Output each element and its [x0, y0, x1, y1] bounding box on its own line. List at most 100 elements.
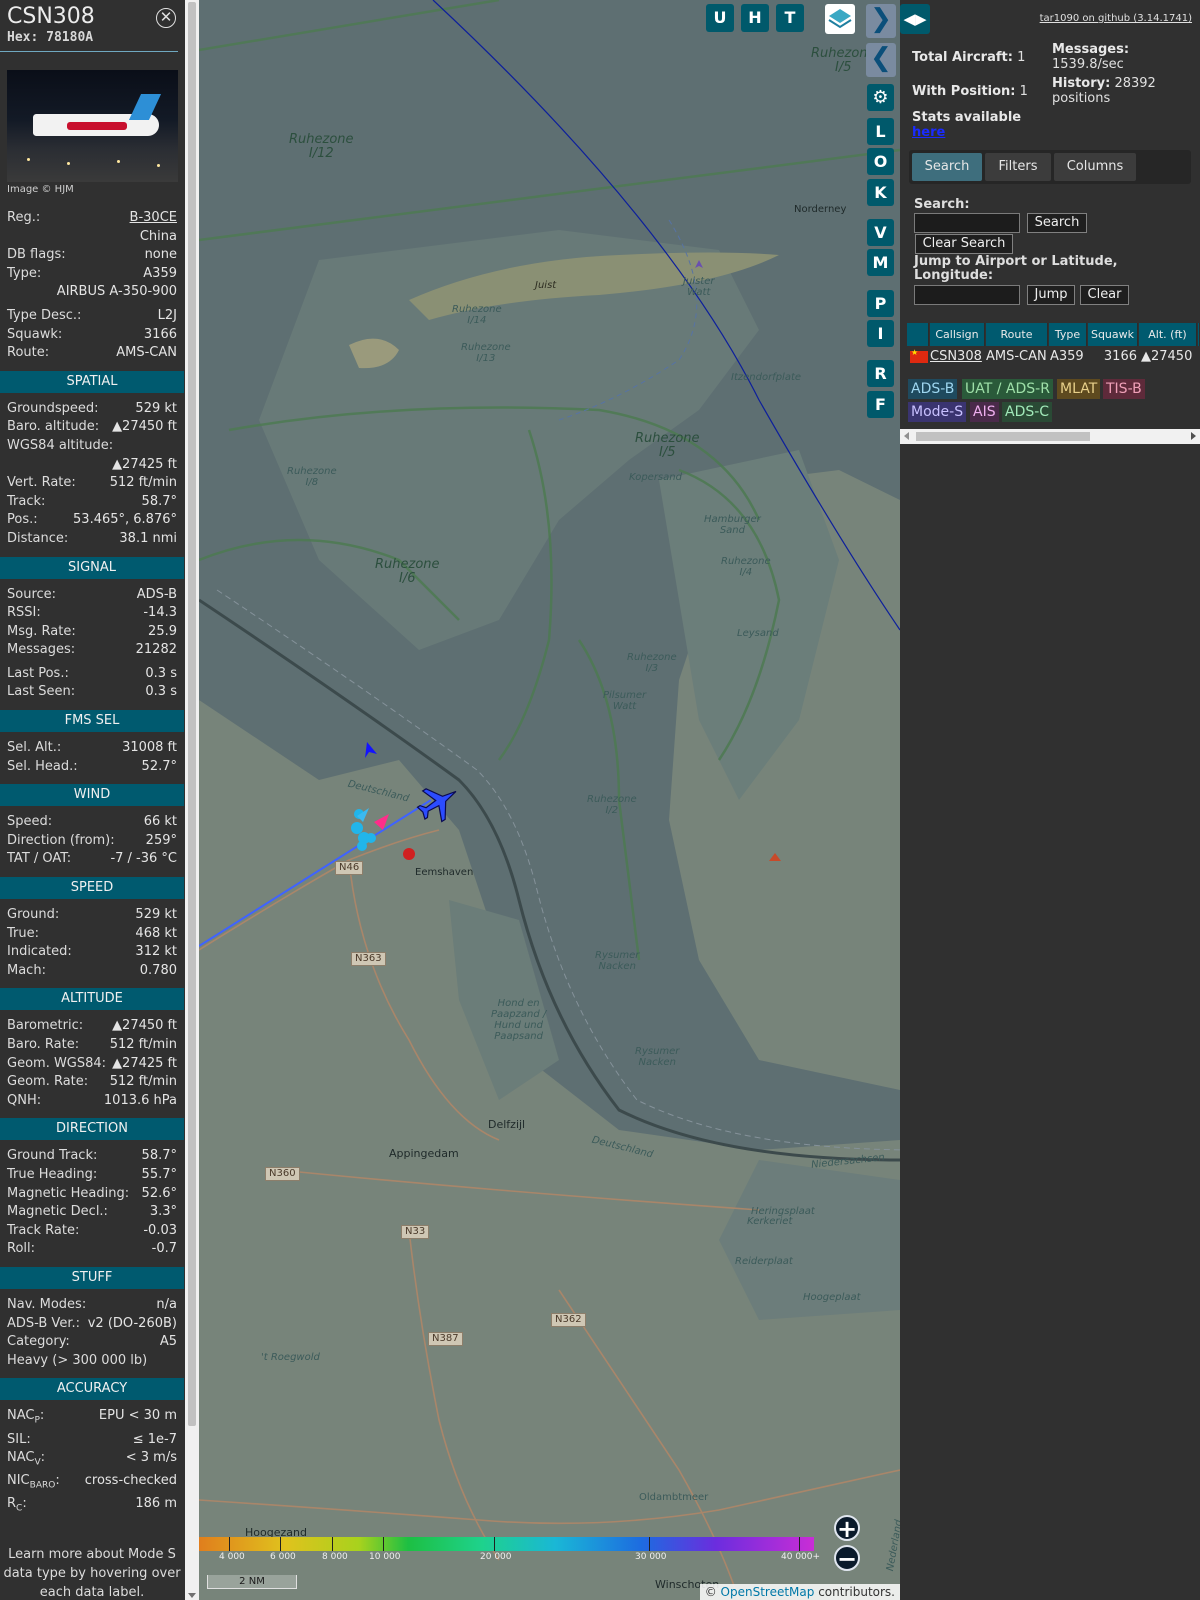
last-seen-value: 0.3 s	[145, 684, 177, 700]
jump-input[interactable]	[914, 285, 1020, 305]
legend-tisb: TIS-B	[1103, 379, 1145, 399]
row-squawk[interactable]: 3166	[1093, 347, 1137, 367]
next-aircraft-button[interactable]: ❯	[866, 4, 896, 38]
track-rate-row: Track Rate: -0.03	[7, 1222, 177, 1241]
osm-link[interactable]: OpenStreetMap	[721, 1585, 815, 1599]
photo-light	[117, 160, 120, 163]
pos-row: Pos.: 53.465°, 6.876°	[7, 511, 177, 530]
ground-speed-label: Ground:	[7, 907, 60, 923]
map-view[interactable]: Ruhezone I/12 Ruhezone I/5 Ruhezone I/5 Ruh…	[199, 0, 900, 1600]
dbflags-value: none	[144, 247, 177, 263]
town-eemshaven: Eemshaven	[415, 867, 474, 878]
horizontal-scrollbar-thumb[interactable]	[916, 432, 1090, 441]
row-altitude[interactable]: ▲27450	[1141, 347, 1192, 367]
column-header-route[interactable]: Route	[986, 323, 1048, 346]
info-panel-scrollbar[interactable]	[185, 0, 199, 1600]
map-label-rysumer-nacken-1: Rysumer Nacken	[595, 950, 640, 972]
map-label-hoogeplaat: Hoogeplaat	[803, 1292, 861, 1303]
clear-search-button[interactable]: Clear Search	[915, 234, 1013, 254]
true-heading-row: True Heading: 55.7°	[7, 1166, 177, 1185]
scroll-right-arrow-icon[interactable]	[1191, 432, 1196, 440]
column-header-type[interactable]: Type	[1049, 323, 1087, 346]
github-link[interactable]: tar1090 on github (3.14.1741)	[1040, 13, 1192, 24]
column-header-altitude[interactable]: Alt. (ft)	[1139, 323, 1197, 346]
toolbar-button-h[interactable]: H	[741, 4, 769, 32]
jump-button[interactable]: Jump	[1027, 285, 1075, 305]
toolbar-button-m[interactable]: M	[867, 249, 894, 276]
toolbar-button-p[interactable]: P	[867, 290, 894, 317]
legend-modes: Mode-S	[908, 402, 967, 422]
baro-alt-label: Baro. altitude:	[7, 419, 100, 435]
road-n363: N363	[351, 952, 386, 966]
column-header-squawk[interactable]: Squawk	[1088, 323, 1138, 346]
ground-track-label: Ground Track:	[7, 1148, 98, 1164]
scrollbar-thumb[interactable]	[188, 2, 196, 1426]
row-route[interactable]: AMS-CAN	[986, 347, 1047, 367]
distance-label: Distance:	[7, 530, 69, 546]
type-full-value: AIRBUS A-350-900	[56, 284, 177, 300]
map-label-pilsumer-watt: Pilsumer Watt	[603, 690, 647, 712]
chevron-left-icon: ❮	[870, 43, 892, 73]
zoom-out-button[interactable]: −	[834, 1545, 860, 1571]
clear-button[interactable]: Clear	[1080, 285, 1129, 305]
prev-aircraft-button[interactable]: ❮	[866, 43, 896, 77]
dbflags-label: DB flags:	[7, 247, 66, 263]
search-input[interactable]	[914, 213, 1020, 233]
tab-columns[interactable]: Columns	[1054, 153, 1136, 181]
true-heading-value: 55.7°	[141, 1166, 177, 1182]
toolbar-button-t[interactable]: T	[776, 4, 804, 32]
toolbar-button-f[interactable]: F	[867, 391, 894, 418]
toolbar-button-r[interactable]: R	[867, 360, 894, 387]
search-button[interactable]: Search	[1027, 213, 1087, 233]
map-label-ruhezone-i2: Ruhezone I/2	[587, 794, 637, 816]
tat-oat-value: -7 / -36 °C	[110, 851, 177, 867]
layers-button[interactable]	[825, 4, 855, 34]
tab-filters[interactable]: Filters	[985, 153, 1051, 181]
scroll-left-arrow-icon[interactable]	[904, 432, 909, 440]
settings-button[interactable]: ⚙	[867, 84, 894, 111]
toggle-sidebar-button[interactable]: ◀▶	[900, 4, 930, 34]
scroll-down-arrow-icon[interactable]	[188, 1593, 196, 1598]
zoom-in-button[interactable]: +	[834, 1515, 860, 1541]
registration-link[interactable]: B-30CE	[130, 209, 177, 228]
chevron-right-icon: ❯	[870, 4, 892, 34]
map-label-ruhezone-i4: Ruhezone I/4	[721, 556, 771, 578]
barometric-row: Barometric: ▲27450 ft	[7, 1017, 177, 1036]
aircraft-photo[interactable]	[7, 70, 178, 182]
toolbar-button-k[interactable]: K	[867, 179, 894, 206]
map-label-ruhezone-i8: Ruhezone I/8	[287, 466, 337, 488]
jump-label: Jump to Airport or Latitude, Longitude:	[914, 254, 1118, 283]
typedesc-row: Type Desc.: L2J	[7, 307, 177, 326]
toolbar-button-u[interactable]: U	[706, 4, 734, 32]
stats-here-link[interactable]: here	[912, 125, 945, 140]
tab-search[interactable]: Search	[912, 153, 982, 181]
toolbar-button-v[interactable]: V	[867, 219, 894, 246]
toolbar-button-o[interactable]: O	[867, 148, 894, 175]
photo-tail-shape	[128, 94, 162, 120]
legend-adsc: ADS-C	[1002, 402, 1053, 422]
toolbar-button-i[interactable]: I	[867, 320, 894, 347]
column-header-flag[interactable]	[907, 323, 929, 346]
row-type[interactable]: A359	[1050, 347, 1084, 367]
sil-value: ≤ 1e-7	[132, 1431, 177, 1447]
ground-speed-value: 529 kt	[135, 907, 177, 923]
column-header-callsign[interactable]: Callsign	[930, 323, 985, 346]
nacv-value: < 3 m/s	[125, 1450, 177, 1466]
messages-label: Messages:	[7, 642, 76, 658]
wgs-alt-value: ▲27425 ft	[112, 456, 177, 472]
map-label-oldambtmeer: Oldambtmeer	[639, 1492, 709, 1503]
aircraft-marker	[365, 742, 377, 758]
section-altitude: ALTITUDE	[0, 988, 184, 1011]
close-icon[interactable]: ✕	[156, 8, 176, 28]
country-value: China	[139, 228, 177, 244]
table-horizontal-scrollbar[interactable]	[900, 429, 1200, 444]
toolbar-button-l[interactable]: L	[867, 118, 894, 145]
row-callsign[interactable]: CSN308	[930, 347, 982, 367]
type-value: A359	[143, 265, 177, 281]
altitude-tick	[649, 1537, 650, 1551]
groundspeed-row: Groundspeed: 529 kt	[7, 400, 177, 419]
messages-stat: Messages: 1539.8/sec	[1052, 42, 1130, 72]
messages-row: Messages: 21282	[7, 641, 177, 660]
map-label-itzendorfplate: Itzendorfplate	[731, 372, 802, 383]
altitude-tick-label: 30 000	[635, 1552, 667, 1562]
